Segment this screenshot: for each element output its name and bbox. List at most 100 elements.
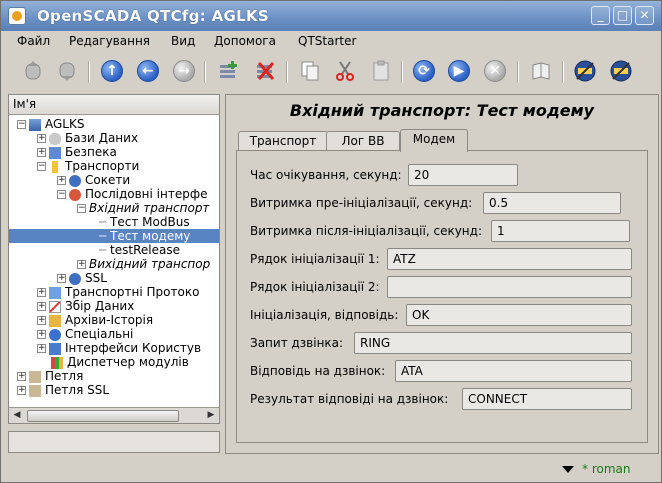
collapse-icon[interactable]: − xyxy=(57,190,66,199)
ring-request-field[interactable]: RING xyxy=(354,332,632,354)
expand-icon[interactable]: + xyxy=(37,134,46,143)
ring-answer-field[interactable]: ATA xyxy=(395,360,632,382)
tree-node-testrelease[interactable]: ─ testRelease xyxy=(99,243,180,257)
window-title: OpenSCADA QTCfg: AGLKS xyxy=(37,7,270,25)
scroll-left-icon[interactable]: ◀ xyxy=(10,409,24,422)
ui-icon xyxy=(49,342,61,355)
collapse-icon[interactable]: − xyxy=(77,204,86,213)
modem-tab-content: Час очікування, секунд: 20 Витримка пре-… xyxy=(236,150,648,443)
toolbar: ↑ ← → ⟳ ▶ ✕ xyxy=(1,53,661,89)
protocol-icon xyxy=(49,286,61,299)
init-string-1-field[interactable]: ATZ xyxy=(387,248,632,270)
postinit-delay-label: Витримка після-ініціалізації, секунд: xyxy=(250,224,482,238)
expand-icon[interactable]: + xyxy=(37,330,46,339)
tree-node-ui[interactable]: + Інтерфейси Користув xyxy=(37,341,201,355)
menu-edit[interactable]: Редагування xyxy=(69,34,150,48)
tree-node-output-transport[interactable]: + Вихідний транспор xyxy=(77,257,210,271)
expand-icon[interactable]: + xyxy=(57,274,66,283)
back-icon[interactable]: ← xyxy=(134,57,162,85)
expand-icon[interactable]: + xyxy=(77,260,86,269)
expand-icon[interactable]: + xyxy=(37,316,46,325)
copy-icon[interactable] xyxy=(296,57,324,85)
tree-node-daq[interactable]: + Збір Даних xyxy=(37,299,134,313)
vision-icon[interactable] xyxy=(607,57,635,85)
ring-request-label: Запит дзвінка: xyxy=(250,336,344,350)
close-button[interactable]: ✕ xyxy=(635,6,654,25)
preinit-delay-field[interactable]: 0.5 xyxy=(483,192,621,214)
content-panel: Вхідний транспорт: Тест модему Транспорт… xyxy=(225,94,659,454)
tree-node-sockets[interactable]: + Сокети xyxy=(57,173,130,187)
expand-icon[interactable]: + xyxy=(37,302,46,311)
delete-item-icon[interactable] xyxy=(251,57,279,85)
menu-help[interactable]: Допомога xyxy=(214,34,276,48)
refresh-icon[interactable]: ⟳ xyxy=(410,57,438,85)
tree-node-transports[interactable]: − Транспорти xyxy=(37,159,139,173)
ring-answer-result-label: Результат відповіді на дзвінок: xyxy=(250,392,449,406)
forward-icon[interactable]: → xyxy=(170,57,198,85)
menu-view[interactable]: Вид xyxy=(171,34,195,48)
collapse-icon[interactable]: − xyxy=(17,120,26,129)
tree-node-input-transport[interactable]: − Вхідний транспорт xyxy=(77,201,209,215)
scroll-thumb[interactable] xyxy=(27,410,179,422)
tab-modem[interactable]: Модем xyxy=(400,129,468,152)
module-icon xyxy=(69,174,81,187)
expand-icon[interactable]: + xyxy=(37,148,46,157)
init-string-2-field[interactable] xyxy=(387,276,632,298)
tree-node-test-modem[interactable]: ─ Тест модему xyxy=(9,229,219,243)
tree-node-protocols[interactable]: + Транспортні Протоко xyxy=(37,285,199,299)
navigation-tree[interactable]: − AGLKS + Бази Даних + Безпека − Транспорти … xyxy=(9,115,219,407)
collapse-icon[interactable]: − xyxy=(37,162,46,171)
menu-qtstarter[interactable]: QTStarter xyxy=(298,34,356,48)
tree-header[interactable]: Ім'я xyxy=(9,95,219,115)
current-user[interactable]: * roman xyxy=(582,462,630,476)
dropdown-arrow-icon[interactable] xyxy=(562,466,574,473)
add-item-icon[interactable] xyxy=(214,57,242,85)
tree-node-loop-ssl[interactable]: + Петля SSL xyxy=(17,383,109,397)
page-title: Вхідний транспорт: Тест модему xyxy=(289,101,595,120)
tree-node-special[interactable]: + Спеціальні xyxy=(37,327,133,341)
postinit-delay-field[interactable]: 1 xyxy=(491,220,630,242)
modules-icon xyxy=(51,356,63,369)
ring-answer-label: Відповідь на дзвінок: xyxy=(250,364,386,378)
station-icon xyxy=(29,384,41,397)
init-response-field[interactable]: OK xyxy=(406,304,632,326)
horizontal-scrollbar[interactable]: ◀ ▶ xyxy=(9,407,219,423)
tree-node-aglks[interactable]: − AGLKS xyxy=(17,117,84,131)
minimize-button[interactable]: _ xyxy=(591,6,610,25)
init-response-label: Ініціалізація, відповідь: xyxy=(250,308,399,322)
timeout-field[interactable]: 20 xyxy=(408,164,518,186)
tree-node-test-modbus[interactable]: ─ Тест ModBus xyxy=(99,215,190,229)
info-field xyxy=(8,431,220,453)
db-save-icon[interactable] xyxy=(53,57,81,85)
tree-node-module-manager[interactable]: Диспетчер модулів xyxy=(51,355,189,369)
module-icon xyxy=(69,272,81,285)
db-load-icon[interactable] xyxy=(19,57,47,85)
tab-io-log[interactable]: Лог ВВ xyxy=(326,131,400,151)
tree-node-ssl[interactable]: + SSL xyxy=(57,271,107,285)
expand-icon[interactable]: + xyxy=(17,372,26,381)
qtcfg-icon[interactable] xyxy=(571,57,599,85)
tab-transport[interactable]: Транспорт xyxy=(238,131,328,151)
menu-file[interactable]: Файл xyxy=(17,34,50,48)
tree-node-archives[interactable]: + Архіви-Історія xyxy=(37,313,153,327)
expand-icon[interactable]: + xyxy=(57,176,66,185)
tree-node-loop[interactable]: + Петля xyxy=(17,369,83,383)
expand-icon[interactable]: + xyxy=(37,344,46,353)
expand-icon[interactable]: + xyxy=(37,288,46,297)
tree-node-serial[interactable]: − Послідовні інтерфе xyxy=(57,187,207,201)
maximize-button[interactable]: □ xyxy=(613,6,632,25)
paste-icon[interactable] xyxy=(367,57,395,85)
cut-icon[interactable] xyxy=(331,57,359,85)
stop-icon[interactable]: ✕ xyxy=(481,57,509,85)
expand-icon[interactable]: + xyxy=(17,386,26,395)
up-icon[interactable]: ↑ xyxy=(98,57,126,85)
manual-icon[interactable] xyxy=(527,57,555,85)
start-icon[interactable]: ▶ xyxy=(445,57,473,85)
menu-bar: Файл Редагування Вид Допомога QTStarter xyxy=(1,32,661,52)
title-bar[interactable]: OpenSCADA QTCfg: AGLKS _ □ ✕ xyxy=(1,1,661,31)
scroll-right-icon[interactable]: ▶ xyxy=(204,409,218,422)
ring-answer-result-field[interactable]: CONNECT xyxy=(462,388,632,410)
tree-node-security[interactable]: + Безпека xyxy=(37,145,117,159)
tree-node-databases[interactable]: + Бази Даних xyxy=(37,131,138,145)
preinit-delay-label: Витримка пре-ініціалізації, секунд: xyxy=(250,196,473,210)
